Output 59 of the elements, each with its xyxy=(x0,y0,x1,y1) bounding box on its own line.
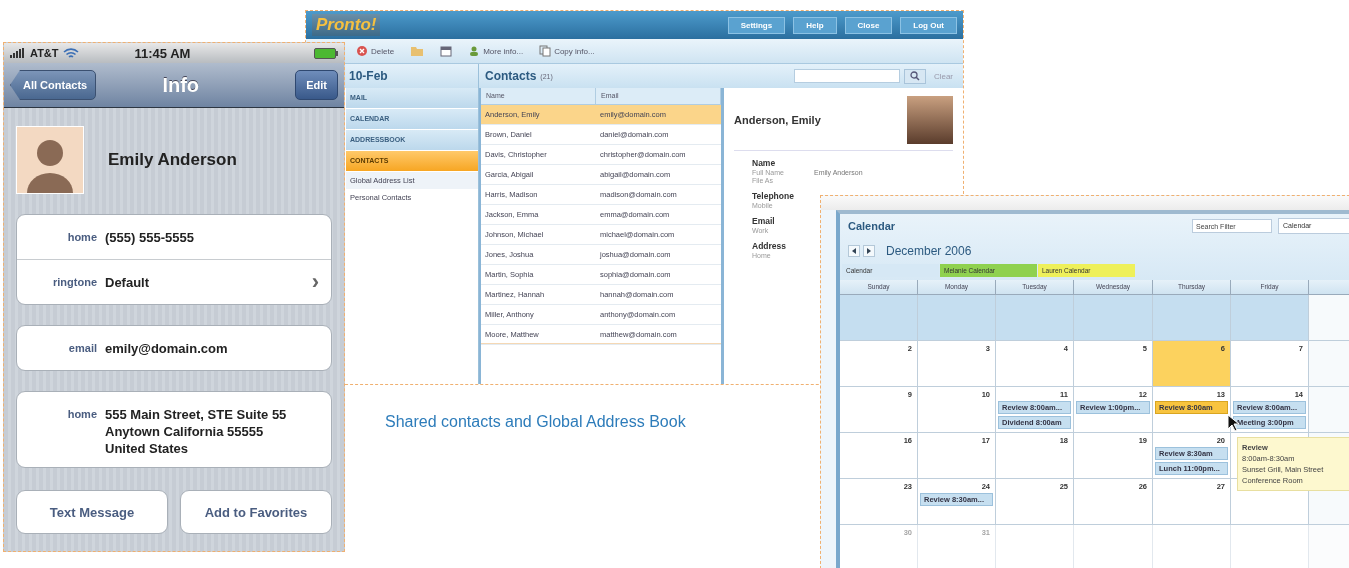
day-cell[interactable] xyxy=(918,295,996,341)
section-heading: Email xyxy=(752,216,776,226)
back-button[interactable]: All Contacts xyxy=(10,70,97,100)
day-cell[interactable] xyxy=(1309,295,1349,341)
section-heading: Telephone xyxy=(752,191,794,201)
day-cell[interactable] xyxy=(1074,295,1153,341)
clock: 11:45 AM xyxy=(134,45,191,61)
section-heading: Address xyxy=(752,241,787,251)
right-arrow-icon xyxy=(866,248,872,254)
field-value[interactable]: (555) 555-5555 xyxy=(105,229,194,245)
field-label: home xyxy=(66,407,98,422)
field-label: home xyxy=(66,230,98,245)
day-cell[interactable] xyxy=(1309,341,1349,387)
day-cell[interactable] xyxy=(996,295,1074,341)
field-label: ringtone xyxy=(52,275,98,290)
action-button[interactable]: Text Message xyxy=(16,490,168,534)
left-arrow-icon xyxy=(851,248,857,254)
next-button[interactable] xyxy=(863,245,875,257)
toolbar-button[interactable]: Delete xyxy=(356,45,395,57)
calendar-icon[interactable] xyxy=(440,45,453,57)
toolbar-button[interactable]: More info... xyxy=(468,45,524,57)
field-value[interactable]: Default xyxy=(105,274,150,290)
day-cell[interactable] xyxy=(1309,525,1349,568)
toolbar-button[interactable]: Copy info... xyxy=(539,45,595,57)
contact-name: Emily Anderson xyxy=(108,150,237,170)
photo-placeholder xyxy=(907,96,953,144)
day-cell[interactable] xyxy=(1309,387,1349,433)
contact-name: Anderson, Emily xyxy=(734,114,821,126)
day-cell[interactable] xyxy=(1153,295,1231,341)
cursor-icon xyxy=(1227,414,1239,432)
person-icon xyxy=(468,45,481,57)
month-title: December 2006 xyxy=(886,244,972,258)
battery-icon xyxy=(314,47,338,59)
avatar-placeholder xyxy=(16,126,84,194)
field-label: email xyxy=(67,341,98,356)
search-field[interactable] xyxy=(793,69,900,83)
logo: Pronto! xyxy=(312,14,381,36)
contacts-title: Contacts xyxy=(485,69,537,83)
day-cell[interactable] xyxy=(840,295,918,341)
search-button[interactable] xyxy=(903,68,926,84)
delete-icon xyxy=(356,45,368,57)
screen-title: Info xyxy=(162,73,200,97)
action-button[interactable]: Add to Favorites xyxy=(180,490,332,534)
carrier-label: AT&T xyxy=(30,47,59,59)
copy-icon xyxy=(539,45,552,57)
calendar-title: Calendar xyxy=(848,220,896,232)
chevron-icon[interactable]: › xyxy=(311,269,319,295)
previous-button[interactable] xyxy=(848,245,860,257)
search-icon xyxy=(909,71,920,81)
section-heading: Name xyxy=(752,158,777,168)
caption: Shared contacts and Global Address Book xyxy=(385,413,686,431)
address-value[interactable]: 555 Main Street, STE Suite 55 Anytown California 55555 United States xyxy=(105,392,287,467)
folder-icon[interactable] xyxy=(410,45,425,57)
weekday-header xyxy=(1309,280,1349,295)
field-value[interactable]: emily@domain.com xyxy=(105,340,228,356)
edit-button[interactable]: Edit xyxy=(295,70,338,100)
day-cell[interactable] xyxy=(1231,295,1309,341)
signal-icon xyxy=(10,48,26,58)
wifi-icon xyxy=(62,47,79,59)
